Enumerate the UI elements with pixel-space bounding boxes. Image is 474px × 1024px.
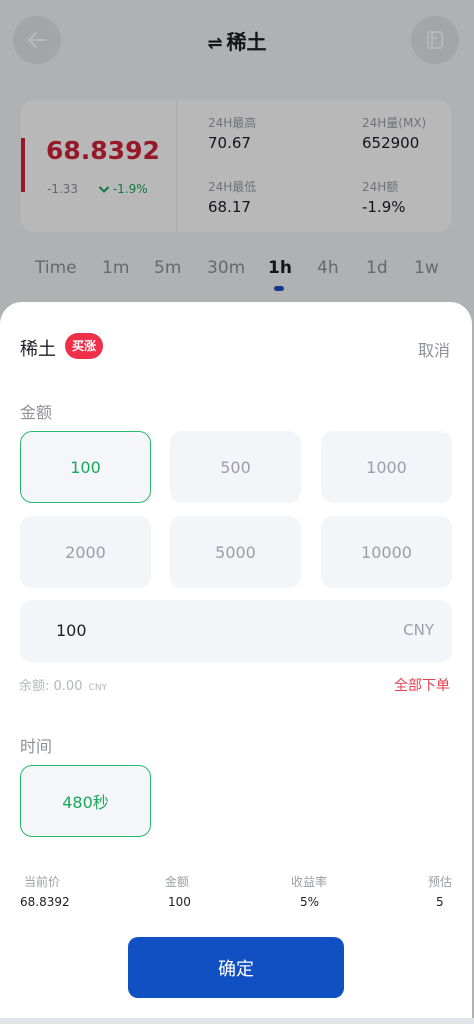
amount-input[interactable]: 100 CNY bbox=[20, 600, 452, 662]
balance-value: 0.00 bbox=[53, 679, 83, 694]
amount-input-unit: CNY bbox=[403, 621, 434, 639]
cancel-button[interactable]: 取消 bbox=[418, 337, 450, 361]
time-option-480s[interactable]: 480秒 bbox=[20, 765, 151, 837]
amount-option-2000[interactable]: 2000 bbox=[20, 516, 151, 588]
amount-option-1000[interactable]: 1000 bbox=[321, 431, 452, 503]
amount-option-10000[interactable]: 10000 bbox=[321, 516, 452, 588]
summary-header-amount: 金额 bbox=[165, 875, 190, 889]
confirm-button[interactable]: 确定 bbox=[128, 937, 344, 998]
summary-value-yield: 5% bbox=[300, 895, 320, 909]
order-sheet: 稀土 买涨 取消 金额 100 500 1000 2000 5000 10000… bbox=[0, 302, 472, 1024]
amount-option-500[interactable]: 500 bbox=[170, 431, 301, 503]
amount-section-label: 金额 bbox=[20, 403, 53, 422]
summary-header-yield: 收益率 bbox=[291, 875, 328, 889]
amount-input-value: 100 bbox=[56, 621, 87, 640]
amount-option-100[interactable]: 100 bbox=[20, 431, 151, 503]
summary-value-amount: 100 bbox=[168, 895, 191, 909]
time-section-label: 时间 bbox=[20, 737, 53, 756]
summary-header-price: 当前价 bbox=[24, 875, 61, 889]
direction-badge: 买涨 bbox=[65, 333, 104, 359]
summary-header-estimate: 预估 bbox=[428, 875, 453, 889]
all-order-button[interactable]: 全部下单 bbox=[394, 675, 450, 695]
summary-value-estimate: 5 bbox=[436, 895, 444, 909]
sheet-title: 稀土 bbox=[20, 339, 56, 360]
summary-value-price: 68.8392 bbox=[20, 895, 70, 909]
balance: 余额: 0.00 CNY bbox=[19, 675, 107, 694]
balance-currency: CNY bbox=[88, 683, 108, 693]
balance-label: 余额: bbox=[19, 679, 50, 694]
bottom-strip bbox=[0, 1018, 474, 1024]
amount-option-5000[interactable]: 5000 bbox=[170, 516, 301, 588]
